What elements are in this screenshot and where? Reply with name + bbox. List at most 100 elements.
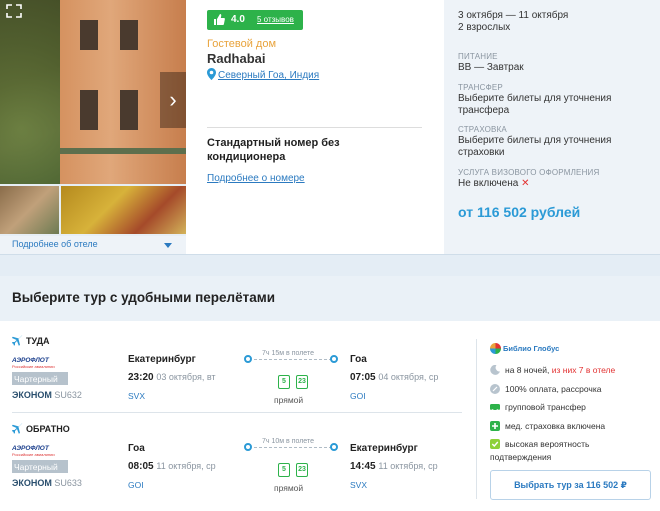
confirmation-info: высокая вероятность подтверждения	[490, 438, 650, 464]
flight-class: ЭКОНОМ SU632	[12, 390, 82, 400]
next-photo-button[interactable]: ›	[160, 72, 186, 128]
transfer-label: ТРАНСФЕР	[458, 83, 503, 92]
arrival-airport-code[interactable]: GOI	[350, 391, 366, 401]
arrival-time: 14:45 11 октября, ср	[350, 461, 438, 472]
operator-logo-icon	[490, 343, 501, 354]
departure-airport-code[interactable]: GOI	[128, 480, 144, 490]
hotel-location[interactable]: Северный Гоа, Индия	[207, 68, 319, 81]
route-line: 7ч 10м в полете 5 23 прямой	[244, 437, 340, 497]
visa-value-text: Не включена	[458, 178, 519, 189]
arrival-time: 07:05 04 октября, ср	[350, 372, 438, 383]
outbound-label: ТУДА	[26, 336, 50, 346]
meal-label: ПИТАНИЕ	[458, 52, 498, 61]
airline-subtitle: Российские авиалинии	[12, 452, 55, 457]
hotel-name: Radhabai	[207, 51, 266, 66]
select-tour-button[interactable]: Выбрать тур за 116 502 ₽	[490, 470, 651, 500]
class-name: ЭКОНОМ	[12, 478, 52, 488]
route-end-dot	[330, 355, 338, 363]
hotel-details-label: Подробнее об отеле	[12, 239, 98, 249]
arrival-city: Гоа	[350, 354, 367, 365]
checkmark-icon	[490, 439, 500, 449]
transfer-value: Выберите билеты для уточнения трансфера	[458, 93, 612, 116]
departure-city: Екатеринбург	[128, 354, 196, 365]
inbound-label: ОБРАТНО	[26, 424, 70, 434]
meal-value: BB — Завтрак	[458, 62, 524, 73]
section-title: Выберите тур с удобными перелётами	[12, 290, 276, 305]
route-line: 7ч 15м в полете 5 23 прямой	[244, 349, 340, 409]
divider	[476, 339, 477, 499]
checked-luggage-icon: 23	[296, 375, 308, 389]
class-name: ЭКОНОМ	[12, 390, 52, 400]
airline-name: АЭРОФЛОТ	[12, 357, 49, 364]
flight-duration: 7ч 10м в полете	[260, 438, 316, 445]
hand-luggage-icon: 5	[278, 375, 290, 389]
arrival-date: 11 октября, ср	[378, 461, 438, 471]
photo-gallery: › Подробнее об отеле	[0, 0, 186, 254]
route-start-dot	[244, 443, 252, 451]
hotel-details-toggle[interactable]: Подробнее об отеле	[0, 236, 186, 254]
hotel-photo-thumb[interactable]	[61, 186, 186, 234]
nights-text: на 8 ночей,	[505, 365, 550, 375]
time-value: 08:05	[128, 461, 154, 472]
flight-class: ЭКОНОМ SU633	[12, 478, 82, 488]
separator-band	[0, 254, 660, 276]
departure-airport-code[interactable]: SVX	[128, 391, 145, 401]
nights-info: на 8 ночей, из них 7 в отеле	[490, 364, 615, 377]
bus-icon	[490, 404, 500, 412]
flights-section-header: Выберите тур с удобными перелётами	[0, 276, 660, 321]
tour-summary: 3 октября — 11 октября 2 взрослых ПИТАНИ…	[444, 0, 660, 254]
arrival-city: Екатеринбург	[350, 443, 418, 454]
hotel-type: Гостевой дом	[207, 38, 277, 50]
time-value: 23:20	[128, 372, 154, 383]
thumbs-up-icon	[214, 14, 225, 25]
payment-text: 100% оплата, рассрочка	[505, 384, 602, 394]
insurance-text: мед. страховка включена	[505, 421, 606, 431]
charter-badge: Чартерный	[12, 460, 68, 473]
tour-dates: 3 октября — 11 октября	[458, 10, 569, 21]
route-start-dot	[244, 355, 252, 363]
location-link[interactable]: Северный Гоа, Индия	[218, 70, 319, 81]
nights-hotel-text: из них 7 в отеле	[551, 365, 616, 375]
inbound-direction: ОБРАТНО	[12, 423, 70, 434]
divider	[207, 127, 422, 128]
fullscreen-icon[interactable]	[6, 4, 22, 18]
departure-time: 23:20 03 октября, вт	[128, 372, 216, 383]
hotel-info: 4.0 5 отзывов Гостевой дом Radhabai Севе…	[186, 0, 444, 254]
flight-option: ТУДА АЭРОФЛОТ Российские авиалинии Чарте…	[0, 321, 660, 511]
tour-operator-logo: Библио Глобус	[490, 343, 559, 354]
checked-luggage-icon: 23	[296, 463, 308, 477]
insurance-value: Выберите билеты для уточнения страховки	[458, 135, 612, 158]
arrival-date: 04 октября, ср	[378, 372, 439, 382]
medical-cross-icon	[490, 421, 500, 431]
confirmation-text: высокая вероятность подтверждения	[490, 439, 590, 462]
airline-name: АЭРОФЛОТ	[12, 445, 49, 452]
hotel-photo-thumb[interactable]	[0, 186, 59, 234]
operator-name: Библио Глобус	[503, 344, 560, 353]
flight-number: SU632	[54, 390, 82, 400]
arrival-airport-code[interactable]: SVX	[350, 480, 367, 490]
airline-subtitle: Российские авиалинии	[12, 364, 55, 369]
rating-badge: 4.0 5 отзывов	[207, 10, 303, 30]
plane-icon	[12, 423, 23, 434]
outbound-direction: ТУДА	[12, 335, 50, 346]
plane-icon	[12, 335, 23, 346]
flight-duration: 7ч 15м в полете	[260, 350, 316, 357]
time-value: 14:45	[350, 461, 376, 472]
flight-number: SU633	[54, 478, 82, 488]
departure-time: 08:05 11 октября, ср	[128, 461, 216, 472]
time-value: 07:05	[350, 372, 376, 383]
insurance-info: мед. страховка включена	[490, 420, 605, 433]
aeroflot-logo: АЭРОФЛОТ Российские авиалинии	[12, 357, 55, 369]
tour-travelers: 2 взрослых	[458, 22, 511, 33]
aeroflot-logo: АЭРОФЛОТ Российские авиалинии	[12, 445, 55, 457]
reviews-link[interactable]: 5 отзывов	[257, 15, 294, 24]
departure-date: 03 октября, вт	[156, 372, 216, 382]
tour-price: от 116 502 рублей	[458, 204, 581, 220]
departure-city: Гоа	[128, 443, 145, 454]
room-details-link[interactable]: Подробнее о номере	[207, 173, 305, 184]
transfer-info: групповой трансфер	[490, 401, 586, 414]
hotel-photo-main[interactable]: ›	[0, 0, 186, 184]
visa-label: УСЛУГА ВИЗОВОГО ОФОРМЛЕНИЯ	[458, 168, 600, 177]
moon-icon	[490, 365, 500, 375]
chevron-down-icon	[164, 243, 172, 248]
